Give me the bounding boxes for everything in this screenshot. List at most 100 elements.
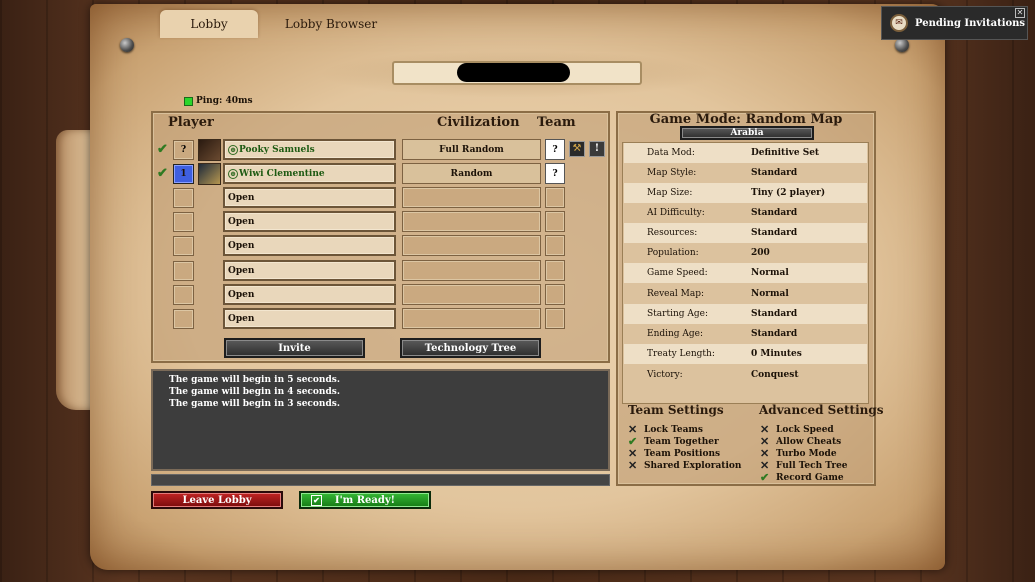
setting-key: Game Speed: — [647, 268, 708, 278]
setting-key: Data Mod: — [647, 148, 695, 158]
setting-row: Starting Age: Standard — [624, 304, 867, 324]
leave-lobby-button[interactable]: Leave Lobby — [151, 491, 283, 509]
ready-check-icon: ✔ — [157, 166, 168, 181]
pending-invitations-label: Pending Invitations — [915, 17, 1026, 29]
player-avatar — [198, 139, 221, 161]
player-color-slot — [173, 285, 194, 305]
team-select[interactable]: ? — [545, 139, 565, 160]
open-slot-field[interactable]: Open — [223, 284, 396, 305]
option-label: Lock Speed — [776, 424, 834, 435]
option-label: Record Game — [776, 472, 844, 483]
setting-value: Normal — [751, 289, 789, 299]
envelope-icon: ✉ — [890, 14, 908, 32]
open-slot-field[interactable]: Open — [223, 308, 396, 329]
setting-value: Standard — [751, 329, 798, 339]
civilization-empty — [402, 260, 541, 281]
ping-label: Ping: 40ms — [196, 96, 253, 106]
map-select[interactable]: Arabia — [680, 126, 814, 140]
player-name-field[interactable]: ⊕ Pooky Samuels — [223, 139, 396, 160]
setting-key: Ending Age: — [647, 329, 704, 339]
setting-value: Standard — [751, 168, 798, 178]
civilization-header: Civilization — [437, 115, 520, 130]
player-name: Pooky Samuels — [239, 144, 315, 155]
civilization-empty — [402, 187, 541, 208]
option-label: Turbo Mode — [776, 448, 837, 459]
player-name-field[interactable]: ⊕ Wiwi Clementine — [223, 163, 396, 184]
setting-key: Resources: — [647, 228, 698, 238]
team-empty — [545, 235, 565, 256]
player-color-slot[interactable]: 1 — [173, 164, 194, 184]
civilization-select[interactable]: Full Random — [402, 139, 541, 160]
team-empty — [545, 260, 565, 281]
tab-lobby[interactable]: Lobby — [160, 10, 258, 38]
option-record-game[interactable]: ✔ Record Game — [760, 471, 844, 484]
setting-value: Standard — [751, 309, 798, 319]
setting-row: Treaty Length: 0 Minutes — [624, 344, 867, 364]
setting-row: Reveal Map: Normal — [624, 284, 867, 304]
setting-value: Tiny (2 player) — [751, 188, 826, 198]
setting-key: Starting Age: — [647, 309, 708, 319]
option-label: Team Positions — [644, 448, 721, 459]
setting-value: 200 — [751, 248, 770, 258]
lobby-title-redacted — [457, 63, 570, 82]
chat-input[interactable] — [151, 474, 610, 486]
setting-value: Standard — [751, 228, 798, 238]
invite-button[interactable]: Invite — [224, 338, 365, 358]
option-label: Lock Teams — [644, 424, 703, 435]
team-settings-title: Team Settings — [628, 403, 724, 417]
setting-value: 0 Minutes — [751, 349, 802, 359]
setting-row: AI Difficulty: Standard — [624, 203, 867, 223]
player-header: Player — [168, 115, 214, 130]
team-empty — [545, 187, 565, 208]
ready-check-icon: ✔ — [157, 142, 168, 157]
open-slot-field[interactable]: Open — [223, 235, 396, 256]
setting-value: Conquest — [751, 370, 799, 380]
player-color-slot[interactable]: ? — [173, 140, 194, 160]
option-label: Full Tech Tree — [776, 460, 848, 471]
globe-icon: ⊕ — [228, 145, 238, 155]
ready-button[interactable]: ✔ I'm Ready! — [299, 491, 431, 509]
civilization-empty — [402, 235, 541, 256]
close-icon[interactable]: ✕ — [1015, 8, 1025, 18]
player-color-slot — [173, 236, 194, 256]
setting-row: Map Style: Standard — [624, 163, 867, 183]
advanced-settings-title: Advanced Settings — [759, 403, 884, 417]
team-empty — [545, 308, 565, 329]
setting-key: Victory: — [647, 370, 683, 380]
team-empty — [545, 211, 565, 232]
alert-icon[interactable]: ! — [589, 141, 605, 157]
setting-row: Game Speed: Normal — [624, 263, 867, 283]
civilization-select[interactable]: Random — [402, 163, 541, 184]
setting-value: Standard — [751, 208, 798, 218]
civilization-empty — [402, 308, 541, 329]
civilization-empty — [402, 284, 541, 305]
open-slot-field[interactable]: Open — [223, 187, 396, 208]
option-shared-exploration[interactable]: ✕ Shared Exploration — [628, 459, 741, 472]
chat-message: The game will begin in 5 seconds. — [169, 375, 340, 385]
pin-icon — [120, 38, 134, 52]
ping-indicator-icon — [184, 97, 193, 106]
team-select[interactable]: ? — [545, 163, 565, 184]
player-avatar — [198, 163, 221, 185]
option-label: Shared Exploration — [644, 460, 742, 471]
player-name: Wiwi Clementine — [239, 168, 325, 179]
team-empty — [545, 284, 565, 305]
hammer-icon[interactable]: ⚒ — [569, 141, 585, 157]
tab-lobby-browser[interactable]: Lobby Browser — [276, 10, 386, 38]
chat-message: The game will begin in 3 seconds. — [169, 399, 340, 409]
setting-key: Map Size: — [647, 188, 693, 198]
technology-tree-button[interactable]: Technology Tree — [400, 338, 541, 358]
setting-row: Resources: Standard — [624, 223, 867, 243]
pending-invitations-button[interactable]: ✉ Pending Invitations ✕ — [881, 6, 1028, 40]
setting-row: Ending Age: Standard — [624, 324, 867, 344]
pin-icon — [895, 38, 909, 52]
player-color-slot — [173, 261, 194, 281]
setting-value: Normal — [751, 268, 789, 278]
player-color-slot — [173, 212, 194, 232]
player-color-slot — [173, 188, 194, 208]
setting-row: Population: 200 — [624, 243, 867, 263]
setting-value: Definitive Set — [751, 148, 820, 158]
open-slot-field[interactable]: Open — [223, 211, 396, 232]
open-slot-field[interactable]: Open — [223, 260, 396, 281]
option-label: Allow Cheats — [776, 436, 842, 447]
